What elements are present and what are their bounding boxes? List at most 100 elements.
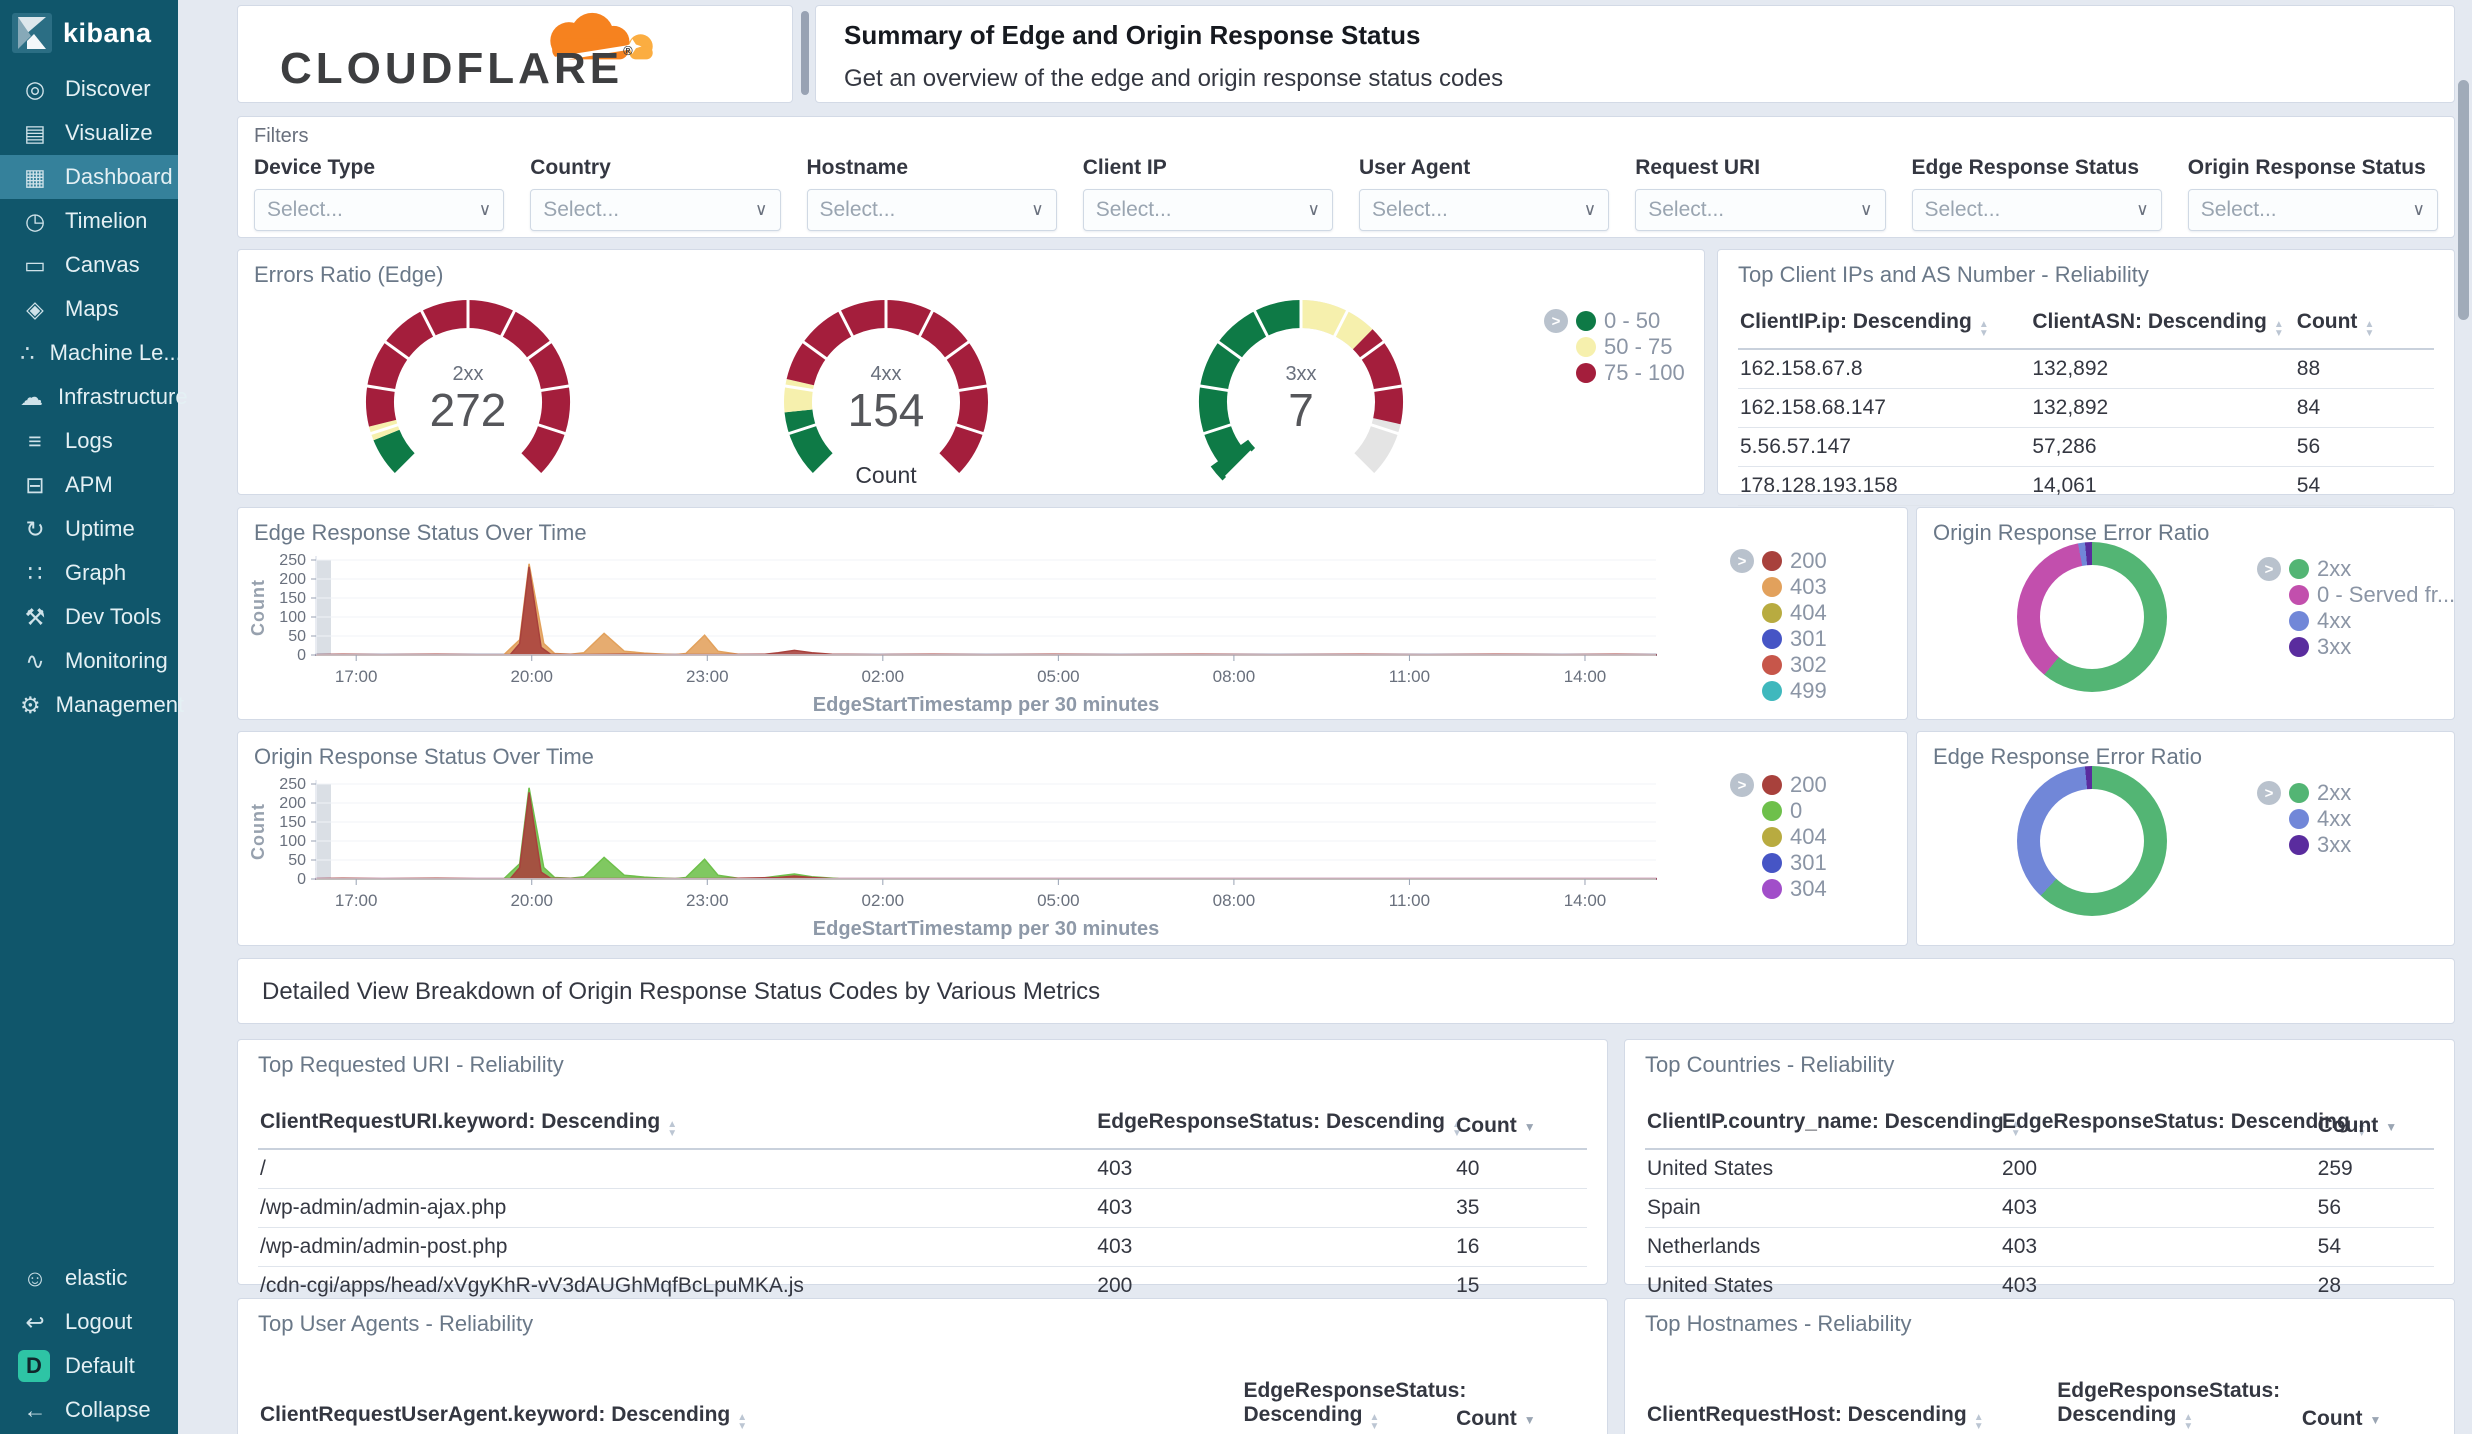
legend-item-499[interactable]: 499 <box>1730 678 1827 704</box>
column-header-edgeresponsestatus-descending[interactable]: EdgeResponseStatus: Descending ▲ ▼ <box>1095 1104 1462 1150</box>
column-header-clientip-ip-descending[interactable]: ClientIP.ip: Descending ▲ ▼ <box>1738 304 2031 350</box>
filter-select-country[interactable]: Select... ∨ <box>530 189 781 231</box>
column-header-clientasn-descending[interactable]: ClientASN: Descending ▲ ▼ <box>2030 304 2295 350</box>
filter-select-device-type[interactable]: Select... ∨ <box>254 189 505 231</box>
chevron-down-icon: ∨ <box>2412 200 2425 219</box>
panel-title[interactable]: Top Hostnames - Reliability <box>1645 1311 2434 1337</box>
legend-item-301[interactable]: 301 <box>1730 850 1827 876</box>
sidebar-item-graph[interactable]: ∷ Graph <box>0 551 178 595</box>
legend-item-302[interactable]: 302 <box>1730 652 1827 678</box>
legend-item-200[interactable]: >200 <box>1730 548 1827 574</box>
sidebar-item-collapse[interactable]: ← Collapse <box>0 1388 178 1432</box>
legend-item-200[interactable]: >200 <box>1730 772 1827 798</box>
legend-item-304[interactable]: 304 <box>1730 876 1827 902</box>
sidebar-item-machine-le[interactable]: ∴ Machine Le... <box>0 331 182 375</box>
table-cell: 5.56.57.147 <box>1738 427 2031 467</box>
logout-icon: ↩ <box>25 1308 45 1335</box>
sidebar-item-default[interactable]: D Default <box>0 1344 178 1388</box>
filters-grid: Device Type Select... ∨ Country Select... ∨ Ho… <box>254 156 2438 231</box>
sidebar-item-monitoring[interactable]: ∿ Monitoring <box>0 639 178 683</box>
dashboard-icon: ▦ <box>24 163 46 190</box>
filter-select-client-ip[interactable]: Select... ∨ <box>1082 189 1333 231</box>
filter-select-user-agent[interactable]: Select... ∨ <box>1359 189 1610 231</box>
table-cell: 403 <box>2000 1188 2316 1228</box>
legend-expand-icon[interactable]: > <box>1544 309 1568 333</box>
filter-select-origin-response-status[interactable]: Select... ∨ <box>2187 189 2438 231</box>
panel-title[interactable]: Top User Agents - Reliability <box>258 1311 1587 1337</box>
svg-text:11:00: 11:00 <box>1389 891 1430 910</box>
column-header-count[interactable]: Count ▼ <box>1454 1104 1587 1150</box>
sidebar-item-maps[interactable]: ◈ Maps <box>0 287 178 331</box>
panel-title[interactable]: Top Client IPs and AS Number - Reliabili… <box>1738 262 2434 288</box>
sidebar-item-dev-tools[interactable]: ⚒ Dev Tools <box>0 595 178 639</box>
origin-error-ratio-donut[interactable] <box>2017 542 2167 692</box>
filter-select-edge-response-status[interactable]: Select... ∨ <box>1911 189 2162 231</box>
sidebar-item-dashboard[interactable]: ▦ Dashboard <box>0 155 178 199</box>
sidebar-item-elastic[interactable]: ☺ elastic <box>0 1256 178 1300</box>
legend-color-dot <box>1762 551 1782 571</box>
column-header-clientrequesturi-keyword-descending[interactable]: ClientRequestURI.keyword: Descending ▲ ▼ <box>258 1104 1096 1150</box>
page-scrollbar-thumb[interactable] <box>2458 80 2469 320</box>
svg-text:Count: Count <box>248 803 268 860</box>
column-header-clientrequesthost-descending[interactable]: ClientRequestHost: Descending ▲ ▼ <box>1645 1373 2056 1434</box>
table-cell: 200 <box>2000 1149 2316 1189</box>
legend-item-403[interactable]: 403 <box>1730 574 1827 600</box>
legend-item-4xx[interactable]: 4xx <box>2257 806 2351 832</box>
edge-ratio-legend: >2xx 4xx 3xx <box>2257 780 2351 858</box>
filter-placeholder: Select... <box>2200 198 2277 221</box>
sidebar-item-uptime[interactable]: ↻ Uptime <box>0 507 178 551</box>
sidebar-item-management[interactable]: ⚙ Management <box>0 683 184 727</box>
column-header-edgeresponsestatus-descending[interactable]: EdgeResponseStatus: Descending ▲ ▼ <box>1241 1373 1466 1434</box>
legend-item-50-75[interactable]: 50 - 75 <box>1544 334 1685 360</box>
sidebar-item-timelion[interactable]: ◷ Timelion <box>0 199 178 243</box>
sidebar-item-infrastructure[interactable]: ☁ Infrastructure <box>0 375 188 419</box>
filter-select-hostname[interactable]: Select... ∨ <box>806 189 1057 231</box>
data-table: ClientRequestHost: Descending ▲ ▼ EdgeRespo… <box>1645 1373 2434 1434</box>
column-header-clientrequestuseragent-keyword-descending[interactable]: ClientRequestUserAgent.keyword: Descendi… <box>258 1373 1242 1434</box>
legend-color-dot <box>1576 311 1596 331</box>
legend-item-2xx[interactable]: >2xx <box>2257 780 2351 806</box>
table-cell: 162.158.67.8 <box>1738 349 2031 389</box>
filter-label: Country <box>530 156 611 179</box>
sidebar-item-visualize[interactable]: ▤ Visualize <box>0 111 178 155</box>
legend-item-75-100[interactable]: 75 - 100 <box>1544 360 1685 386</box>
svg-text:23:00: 23:00 <box>686 667 729 686</box>
panel-title[interactable]: Edge Response Error Ratio <box>1933 744 2438 770</box>
legend-expand-icon[interactable]: > <box>1730 773 1754 797</box>
sidebar-item-logout[interactable]: ↩ Logout <box>0 1300 178 1344</box>
sidebar-item-apm[interactable]: ⊟ APM <box>0 463 178 507</box>
legend-item-0[interactable]: 0 <box>1730 798 1827 824</box>
legend-label: 50 - 75 <box>1604 334 1673 359</box>
filter-select-request-uri[interactable]: Select... ∨ <box>1635 189 1886 231</box>
column-header-edgeresponsestatus-descending[interactable]: EdgeResponseStatus: Descending ▲ ▼ <box>2000 1104 2367 1150</box>
column-header-count[interactable]: Count ▼ <box>2299 1373 2434 1434</box>
column-header-count[interactable]: Count ▲ ▼ <box>2294 304 2434 350</box>
sidebar-item-logs[interactable]: ≡ Logs <box>0 419 178 463</box>
legend-item-0-served-fr[interactable]: 0 - Served fr... <box>2257 582 2455 608</box>
legend-expand-icon[interactable]: > <box>2257 557 2281 581</box>
legend-item-2xx[interactable]: >2xx <box>2257 556 2455 582</box>
legend-item-3xx[interactable]: 3xx <box>2257 634 2455 660</box>
sidebar-item-canvas[interactable]: ▭ Canvas <box>0 243 178 287</box>
legend-item-301[interactable]: 301 <box>1730 626 1827 652</box>
svg-text:14:00: 14:00 <box>1564 667 1607 686</box>
markdown-panel-scrollbar[interactable] <box>801 11 809 95</box>
sidebar-item-discover[interactable]: ◎ Discover <box>0 67 178 111</box>
column-header-count[interactable]: Count ▼ <box>1454 1373 1587 1434</box>
legend-item-0-50[interactable]: >0 - 50 <box>1544 308 1685 334</box>
kibana-home-link[interactable]: kibana <box>0 0 178 63</box>
panel-title[interactable]: Origin Response Error Ratio <box>1933 520 2438 546</box>
column-header-clientip-country-name-descending[interactable]: ClientIP.country_name: Descending ▲ ▼ <box>1645 1104 2021 1150</box>
kibana-logo-text: kibana <box>63 17 152 48</box>
kibana-sidebar: kibana ◎ Discover ▤ Visualize ▦ Dashboard ◷ Tim… <box>0 0 188 1434</box>
legend-item-404[interactable]: 404 <box>1730 824 1827 850</box>
panel-title[interactable]: Top Countries - Reliability <box>1645 1052 2434 1078</box>
legend-expand-icon[interactable]: > <box>2257 781 2281 805</box>
column-header-edgeresponsestatus-descending[interactable]: EdgeResponseStatus: Descending ▲ ▼ <box>2055 1373 2300 1434</box>
legend-item-3xx[interactable]: 3xx <box>2257 832 2351 858</box>
legend-item-4xx[interactable]: 4xx <box>2257 608 2455 634</box>
legend-expand-icon[interactable]: > <box>1730 549 1754 573</box>
edge-error-ratio-donut[interactable] <box>2017 766 2167 916</box>
legend-item-404[interactable]: 404 <box>1730 600 1827 626</box>
panel-title[interactable]: Top Requested URI - Reliability <box>258 1052 1587 1078</box>
